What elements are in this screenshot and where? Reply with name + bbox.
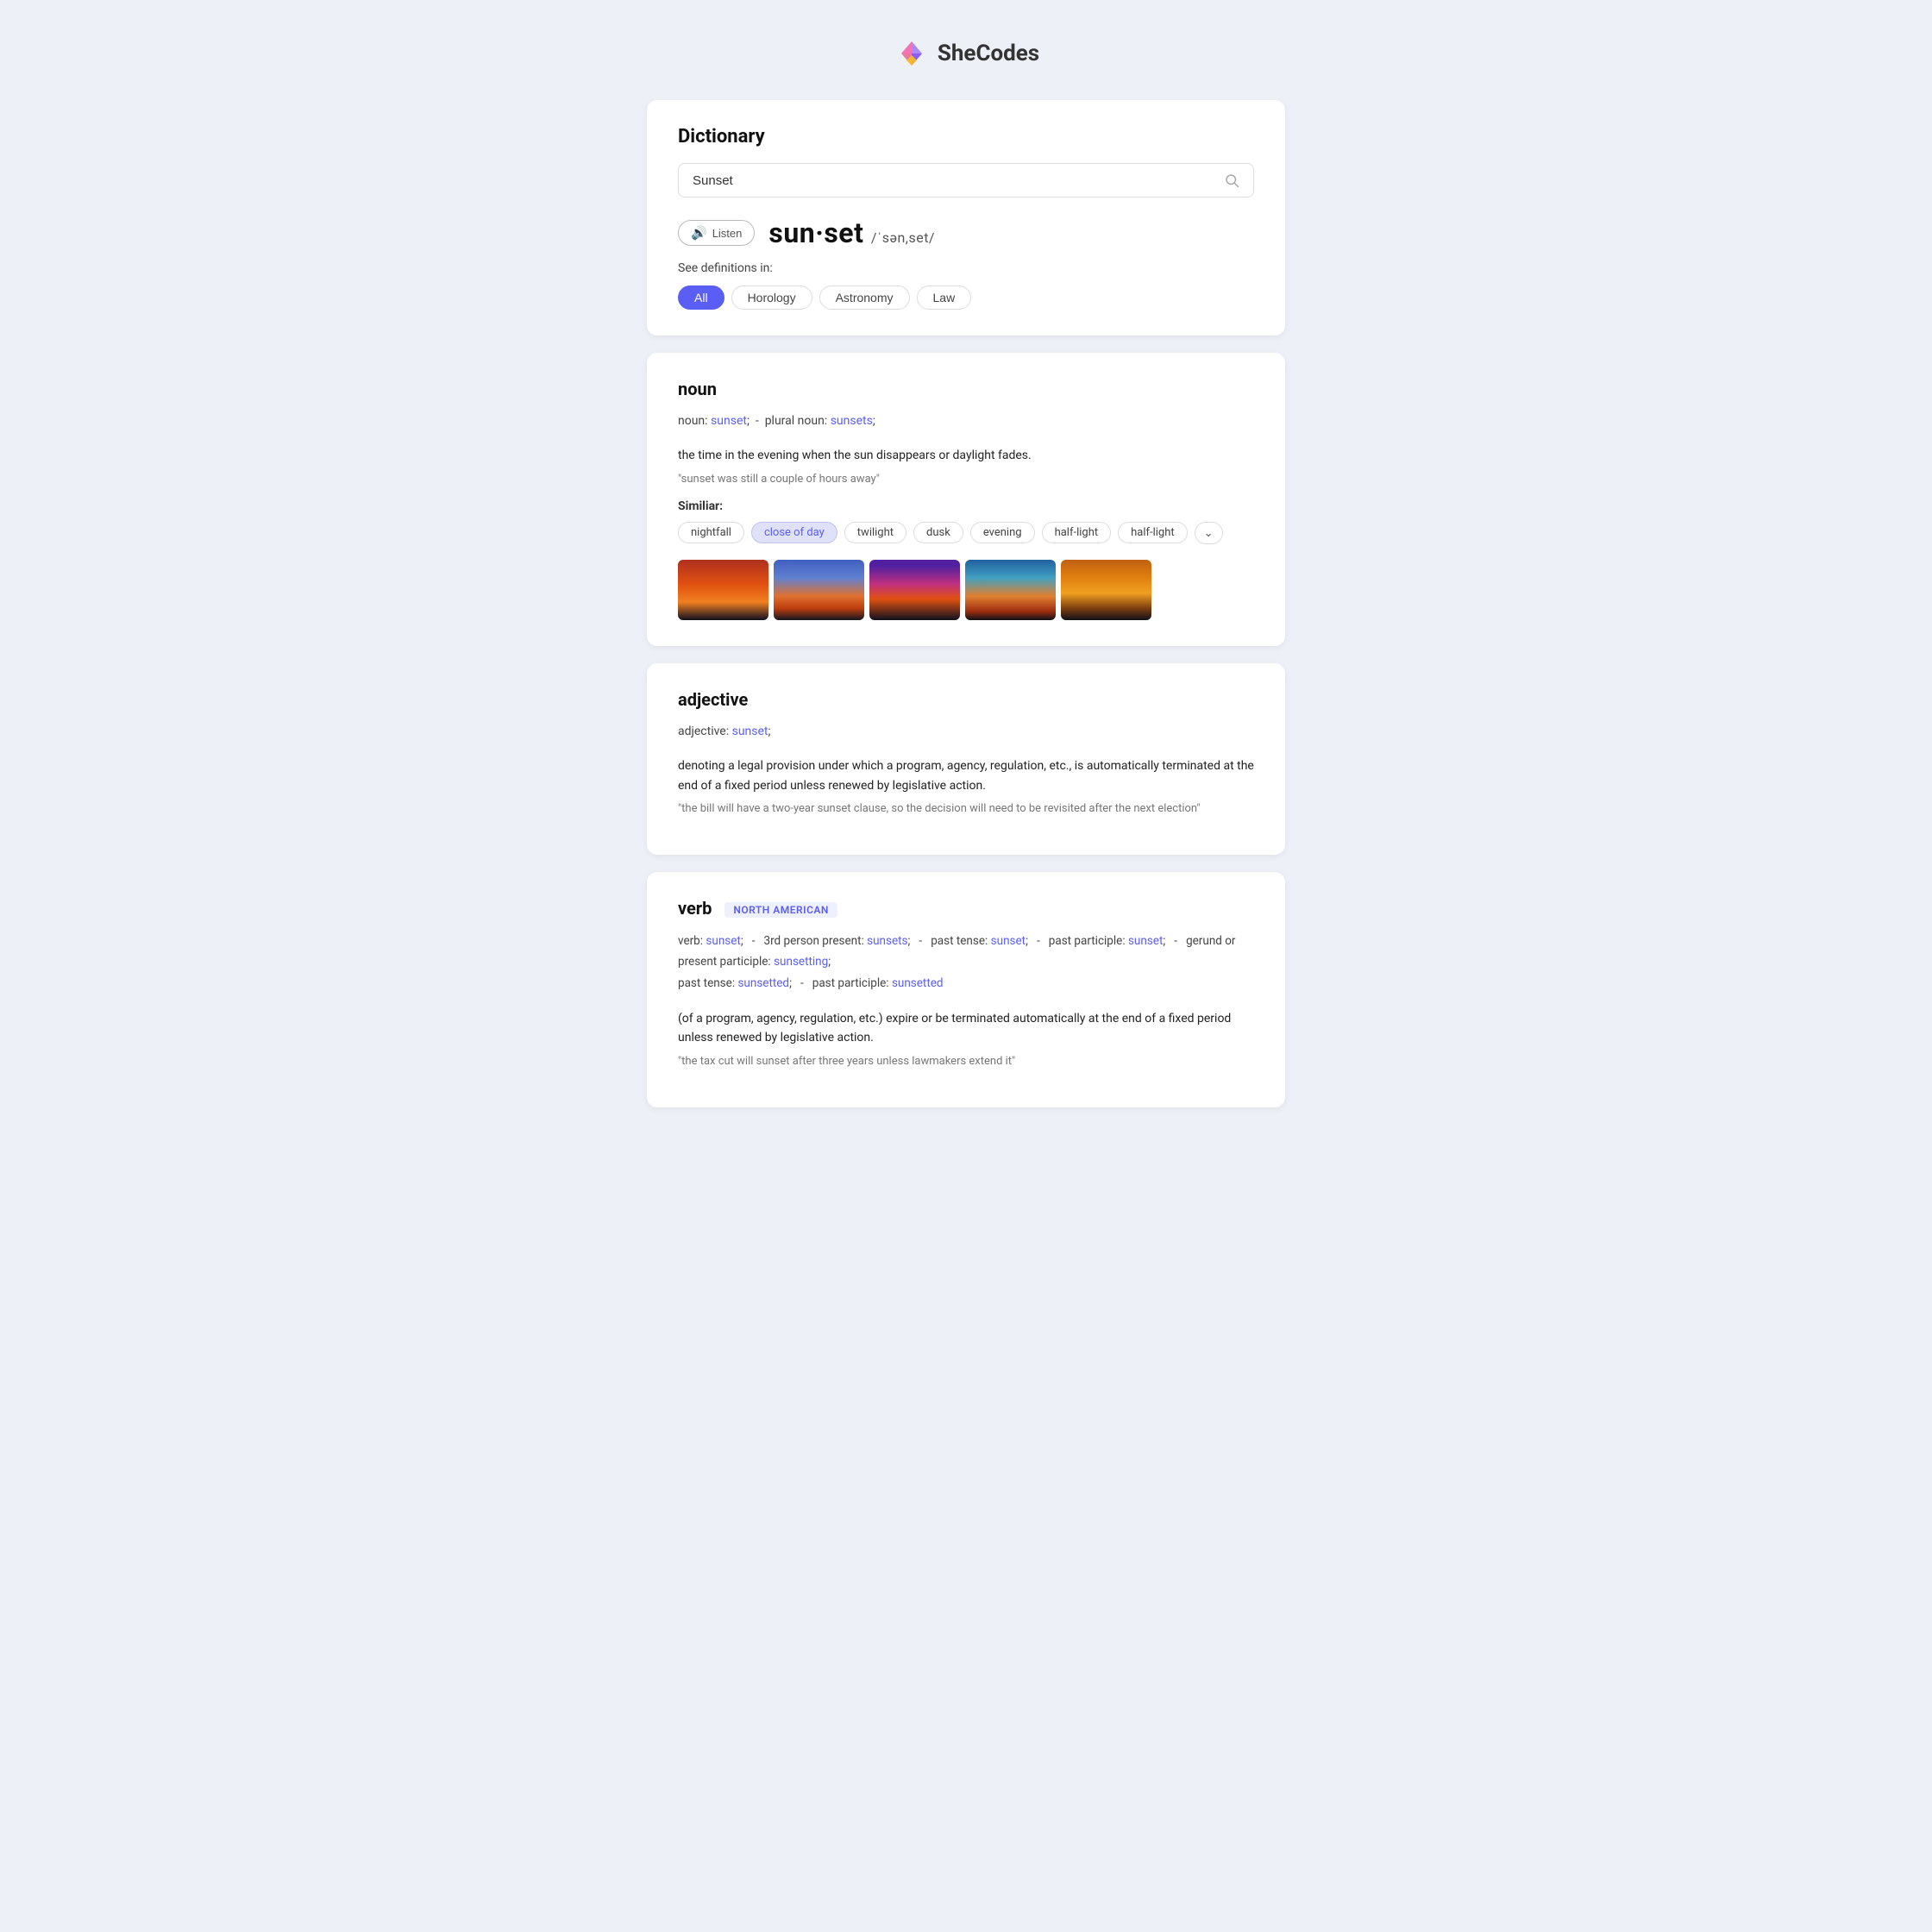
third-label: 3rd person present: — [764, 934, 864, 948]
word-display: sun·set /ˈsən,set/ — [768, 216, 935, 249]
adjective-pos-label: adjective — [678, 689, 1254, 710]
phonetic: /ˈsən,set/ — [871, 229, 935, 246]
logo-icon — [893, 34, 931, 72]
past2-label: past tense: — [678, 976, 735, 990]
tag-half-light-1[interactable]: half-light — [1042, 522, 1112, 543]
north-american-badge: NORTH AMERICAN — [724, 902, 837, 918]
search-icon — [1224, 172, 1239, 188]
similar-tags: nightfall close of day twilight dusk eve… — [678, 522, 1254, 544]
similar-label: Similiar: — [678, 499, 1254, 513]
verb-definition: (of a program, agency, regulation, etc.)… — [678, 1009, 1254, 1048]
noun-pos-label: noun — [678, 379, 1254, 399]
adjective-meta: adjective: sunset; — [678, 722, 1254, 741]
adj-link[interactable]: sunset — [732, 724, 768, 738]
see-definitions-label: See definitions in: — [678, 261, 1254, 275]
tag-half-light-2[interactable]: half-light — [1118, 522, 1188, 543]
filter-law[interactable]: Law — [917, 285, 972, 310]
similar-more-button[interactable]: ⌄ — [1195, 522, 1223, 544]
plural-label: plural noun: — [765, 414, 828, 428]
past2-link[interactable]: sunsetted — [737, 976, 789, 990]
filter-horology[interactable]: Horology — [731, 285, 812, 310]
verb-link[interactable]: sunset — [706, 934, 740, 948]
filter-buttons: All Horology Astronomy Law — [678, 285, 1254, 310]
gerund-link[interactable]: sunsetting — [774, 955, 828, 969]
sunset-images — [678, 560, 1254, 620]
adj-meta-label: adjective: — [678, 724, 729, 738]
adjective-definition: denoting a legal provision under which a… — [678, 756, 1254, 795]
third-link[interactable]: sunsets — [867, 934, 907, 948]
noun-meta: noun: sunset; - plural noun: sunsets; — [678, 411, 1254, 430]
verb-label: verb: — [678, 934, 703, 948]
past-part2-label: past participle: — [812, 976, 889, 990]
past-link[interactable]: sunset — [991, 934, 1026, 948]
verb-meta: verb: sunset; - 3rd person present: suns… — [678, 931, 1254, 994]
past-part-label: past participle: — [1049, 934, 1126, 948]
tag-evening[interactable]: evening — [970, 522, 1035, 543]
plural-link[interactable]: sunsets — [831, 414, 873, 428]
past-label: past tense: — [931, 934, 988, 948]
filter-astronomy[interactable]: Astronomy — [819, 285, 910, 310]
search-input[interactable] — [693, 173, 1224, 188]
dictionary-card: Dictionary 🔊 Listen sun·set /ˈsən,set/ S… — [647, 100, 1285, 336]
noun-meta-label: noun: — [678, 414, 708, 428]
verb-pos-text: verb — [678, 898, 712, 919]
noun-link[interactable]: sunset — [711, 414, 747, 428]
tag-twilight[interactable]: twilight — [844, 522, 906, 543]
verb-example: "the tax cut will sunset after three yea… — [678, 1055, 1254, 1068]
tag-dusk[interactable]: dusk — [913, 522, 963, 543]
tag-nightfall[interactable]: nightfall — [678, 522, 744, 543]
listen-button[interactable]: 🔊 Listen — [678, 220, 755, 246]
noun-example: "sunset was still a couple of hours away… — [678, 473, 1254, 486]
search-button[interactable] — [1224, 172, 1239, 188]
dictionary-title: Dictionary — [678, 126, 1254, 147]
sunset-image-2[interactable] — [774, 560, 864, 620]
sunset-image-1[interactable] — [678, 560, 768, 620]
sunset-image-5[interactable] — [1061, 560, 1151, 620]
sunset-image-4[interactable] — [965, 560, 1056, 620]
logo-area: SheCodes — [17, 34, 1915, 72]
filter-all[interactable]: All — [678, 285, 724, 310]
logo-text: SheCodes — [938, 41, 1039, 66]
past-part-link[interactable]: sunset — [1128, 934, 1163, 948]
speaker-icon: 🔊 — [691, 225, 707, 241]
adjective-example: "the bill will have a two-year sunset cl… — [678, 802, 1254, 815]
verb-pos-label: verb NORTH AMERICAN — [678, 898, 1254, 919]
search-box — [678, 163, 1254, 198]
listen-label: Listen — [712, 227, 743, 240]
adjective-card: adjective adjective: sunset; denoting a … — [647, 663, 1285, 855]
word-header: 🔊 Listen sun·set /ˈsən,set/ — [678, 216, 1254, 249]
word-text: sun·set — [768, 216, 863, 249]
noun-definition: the time in the evening when the sun dis… — [678, 446, 1254, 465]
verb-card: verb NORTH AMERICAN verb: sunset; - 3rd … — [647, 872, 1285, 1107]
noun-card: noun noun: sunset; - plural noun: sunset… — [647, 353, 1285, 646]
tag-close-of-day[interactable]: close of day — [751, 522, 837, 543]
sunset-image-3[interactable] — [869, 560, 960, 620]
past-part2-link[interactable]: sunsetted — [892, 976, 944, 990]
